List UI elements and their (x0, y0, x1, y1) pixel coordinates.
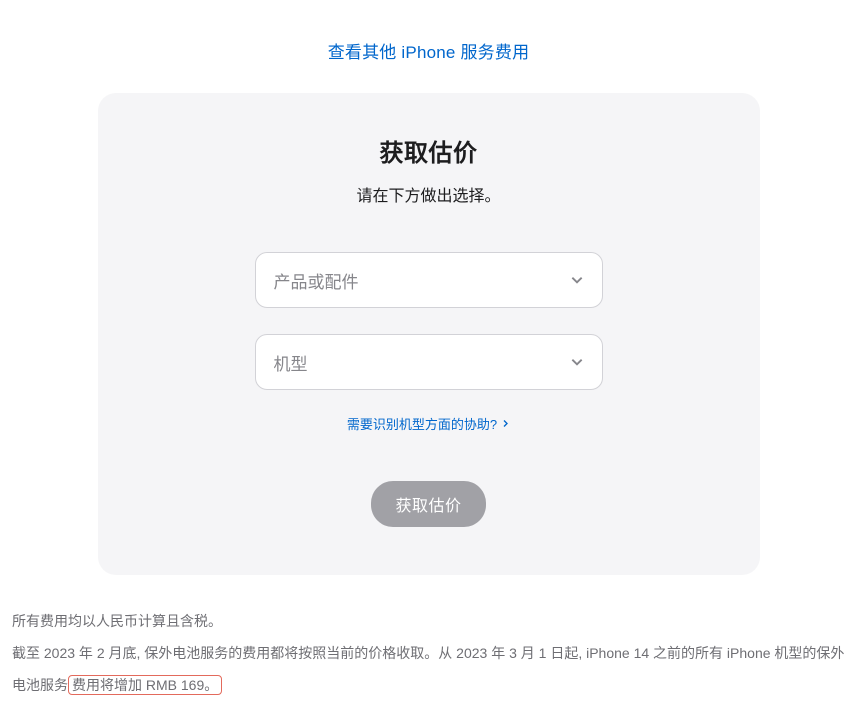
product-select-label: 产品或配件 (274, 268, 359, 293)
product-select[interactable]: 产品或配件 (255, 252, 603, 308)
identify-model-help-link[interactable]: 需要识别机型方面的协助? (347, 414, 510, 433)
footer-line2: 截至 2023 年 2 月底, 保外电池服务的费用都将按照当前的价格收取。从 2… (12, 637, 845, 701)
chevron-down-icon (570, 355, 584, 369)
help-link-label: 需要识别机型方面的协助? (347, 414, 497, 433)
chevron-right-icon (501, 419, 510, 428)
model-select-label: 机型 (274, 350, 308, 375)
price-increase-highlight: 费用将增加 RMB 169。 (68, 675, 222, 695)
estimate-card: 获取估价 请在下方做出选择。 产品或配件 机型 需要识别机型方面的协助? 获取估… (98, 93, 760, 575)
card-title: 获取估价 (128, 133, 730, 168)
top-link-container: 查看其他 iPhone 服务费用 (0, 38, 857, 63)
button-row: 获取估价 (128, 481, 730, 527)
card-subtitle: 请在下方做出选择。 (128, 182, 730, 206)
footer-notes: 所有费用均以人民币计算且含税。 截至 2023 年 2 月底, 保外电池服务的费… (0, 575, 857, 702)
get-estimate-button[interactable]: 获取估价 (371, 481, 485, 527)
chevron-down-icon (570, 273, 584, 287)
other-services-link[interactable]: 查看其他 iPhone 服务费用 (328, 43, 530, 62)
model-select[interactable]: 机型 (255, 334, 603, 390)
footer-line1: 所有费用均以人民币计算且含税。 (12, 605, 845, 637)
